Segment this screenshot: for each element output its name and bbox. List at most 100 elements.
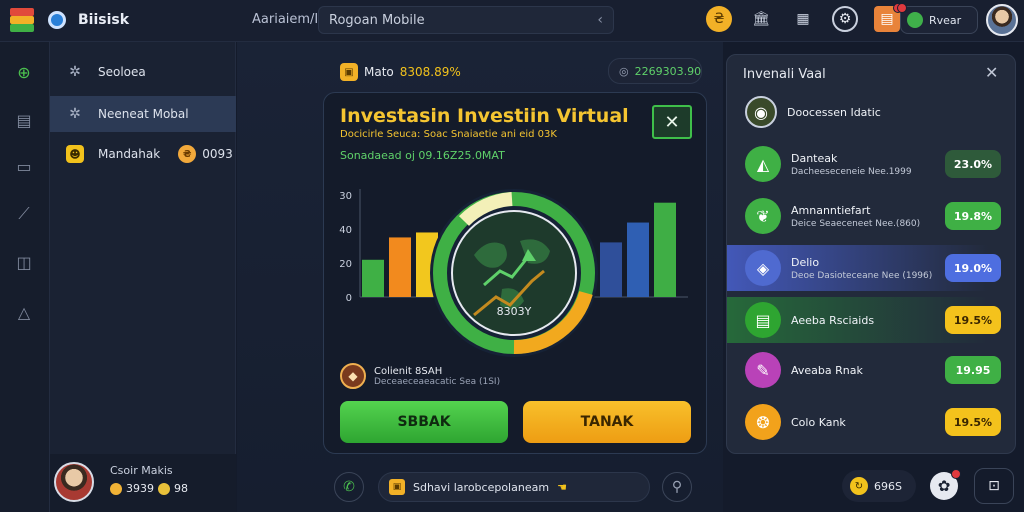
- asset-icon: ◆: [340, 363, 366, 389]
- notification-badge: [951, 469, 961, 479]
- gauge-value: 8303Y: [497, 305, 532, 318]
- avatar[interactable]: [986, 4, 1018, 36]
- coin-icon: ↻: [850, 477, 868, 495]
- tick-label: 30: [339, 191, 352, 202]
- panel-row[interactable]: ❦ Amnanntiefart Deice Seaeceneet Nee.(860)…: [727, 193, 1015, 239]
- search-input[interactable]: [329, 12, 569, 28]
- search-box[interactable]: ‹: [318, 6, 614, 34]
- document-icon: ▤: [745, 302, 781, 338]
- profile-coins: 3939: [126, 482, 154, 495]
- sidebar-item-seoloea[interactable]: ✲ Seoloea: [50, 54, 236, 90]
- card-subtitle: Docicirle Seuca: Soac Snaiaetie ani eid …: [340, 129, 557, 140]
- panel-row-name: Aeeba Rsciaids: [791, 313, 875, 327]
- brand-dot-icon: [48, 11, 66, 29]
- wallet-icon[interactable]: ▤: [874, 3, 903, 32]
- panel-row-name: Danteak: [791, 151, 838, 165]
- panel-row[interactable]: ◭ Danteak Dacheeseceneie Nee.1999 23.0%: [727, 141, 1015, 187]
- panel-row-percent: 19.5%: [945, 306, 1001, 334]
- pin-icon: ✎: [745, 352, 781, 388]
- bank-icon[interactable]: 🏛: [748, 6, 774, 32]
- coin-icon: ₴: [178, 145, 197, 163]
- panel-row[interactable]: ✎ Aveaba Rnak 19.95: [727, 347, 1015, 393]
- chip-value: 8308.89%: [399, 65, 461, 79]
- panel-row-percent: 19.8%: [945, 202, 1001, 230]
- panel-row[interactable]: ◈ Delio Deoe Dasioteceane Nee (1996) 19.0%: [727, 245, 1015, 291]
- panel-title: Invenali Vaal: [743, 67, 826, 82]
- avatar: [54, 462, 94, 502]
- settings-icon[interactable]: ⚙: [832, 6, 858, 32]
- buy-button[interactable]: SBBAK: [340, 401, 508, 443]
- sidebar-item-mandahak[interactable]: ☻ Mandahak ₴ 0093: [50, 136, 236, 172]
- layers-logo-icon: [8, 6, 36, 34]
- coin-icon[interactable]: ₴: [706, 6, 732, 32]
- total-chip[interactable]: ◎ 2269303.90: [608, 58, 702, 84]
- calendar-icon[interactable]: ▦: [790, 6, 816, 32]
- phone-icon[interactable]: ✆: [334, 472, 364, 502]
- pin-icon[interactable]: ⚲: [662, 472, 692, 502]
- diamond-icon: ◈: [745, 250, 781, 286]
- user-pill[interactable]: Rvear: [897, 3, 978, 34]
- tick-label: 40: [339, 225, 352, 236]
- sidebar-item-label: Seoloea: [98, 65, 146, 79]
- chevron-left-icon[interactable]: ‹: [597, 12, 603, 28]
- panel-row-name: Delio: [791, 255, 820, 269]
- brand[interactable]: Biisisk: [8, 6, 129, 34]
- chart-icon[interactable]: ⟋: [12, 202, 36, 226]
- bar: [362, 259, 384, 297]
- investment-panel: Invenali Vaal ✕ ◉ Doocessen Idatic ◭ Dantea…: [726, 54, 1016, 454]
- coin-icon: ▣: [389, 479, 405, 495]
- card-title: Investasin Investiin Virtual: [340, 105, 629, 127]
- chart-icon: ◭: [745, 146, 781, 182]
- message-bar[interactable]: ▣ Sdhavi larobcepolaneam ☚: [378, 472, 650, 502]
- panel-row-name: Colo Kank: [791, 415, 846, 429]
- refresh-icon: ◎: [619, 64, 629, 78]
- tick-label: 20: [339, 259, 352, 270]
- panel-row-name: Aveaba Rnak: [791, 363, 863, 377]
- hand-icon: ☚: [557, 480, 567, 494]
- asset-info[interactable]: ◆ Colienit 8SAH Deceaeceaeacatic Sea (1S…: [340, 363, 500, 389]
- bar: [627, 222, 649, 297]
- icon-rail: ⊕ ▤ ▭ ⟋ ◫ △: [0, 42, 50, 512]
- close-icon[interactable]: ✕: [985, 63, 998, 82]
- app-name: Biisisk: [78, 12, 130, 28]
- panel-row-percent: 19.95: [945, 356, 1001, 384]
- panel-row-percent: 19.5%: [945, 408, 1001, 436]
- investment-card: 0 20 40 30 8303Y Investasin Investiin Virtua…: [323, 92, 707, 454]
- sidebar-item-label: Neeneat Mobal: [98, 107, 189, 121]
- panel-row-percent: 23.0%: [945, 150, 1001, 178]
- profile-gems: 98: [174, 482, 188, 495]
- panel-row-desc: Deice Seaeceneet Nee.(860): [791, 218, 921, 229]
- sidebar-item-value: 0093: [202, 147, 233, 161]
- face-icon: ☻: [66, 145, 84, 163]
- sidebar-item-label: Mandahak: [98, 147, 161, 161]
- status-dot-icon: [907, 12, 923, 28]
- target-icon[interactable]: △: [12, 300, 36, 324]
- top-bar: Biisisk Aariaiem/I ‹ ₴ 🏛 ▦ ⚙ ▤ Rvear: [0, 0, 1024, 42]
- breadcrumb[interactable]: Aariaiem/I: [252, 12, 318, 27]
- monitor-icon[interactable]: ▭: [12, 154, 36, 178]
- bar: [600, 242, 622, 297]
- panel-row[interactable]: ❂ Colo Kank 19.5%: [727, 399, 1015, 445]
- panel-row-percent: 19.0%: [945, 254, 1001, 282]
- sell-button[interactable]: TANAK: [523, 401, 691, 443]
- panel-row-name: Doocessen Idatic: [787, 105, 881, 119]
- chip-value: 2269303.90: [634, 64, 702, 78]
- profile-card[interactable]: Csoir Makis 3939 98: [50, 454, 236, 512]
- document-icon[interactable]: ▤: [12, 108, 36, 132]
- coin-icon: ▣: [340, 63, 358, 81]
- lock-icon[interactable]: ⊡: [974, 468, 1014, 504]
- sidebar-item-neeneat[interactable]: ✲ Neeneat Mobal: [50, 96, 236, 132]
- message-text: Sdhavi larobcepolaneam: [413, 480, 550, 494]
- money-icon[interactable]: ⊕: [12, 60, 36, 84]
- panel-row[interactable]: ◉ Doocessen Idatic: [727, 89, 1015, 135]
- settings-icon[interactable]: ✿: [930, 469, 961, 500]
- bar: [654, 202, 676, 297]
- coin-icon: [110, 482, 122, 495]
- footer-pill[interactable]: ↻ 696S: [842, 470, 916, 502]
- stats-icon[interactable]: ◫: [12, 250, 36, 274]
- balance-chip[interactable]: ▣ Mato 8308.89%: [330, 60, 471, 84]
- panel-row-desc: Deoe Dasioteceane Nee (1996): [791, 270, 933, 281]
- panel-row[interactable]: ▤ Aeeba Rsciaids 19.5%: [727, 297, 1015, 343]
- leaf-icon: ❦: [745, 198, 781, 234]
- expand-icon[interactable]: ✕: [652, 105, 692, 139]
